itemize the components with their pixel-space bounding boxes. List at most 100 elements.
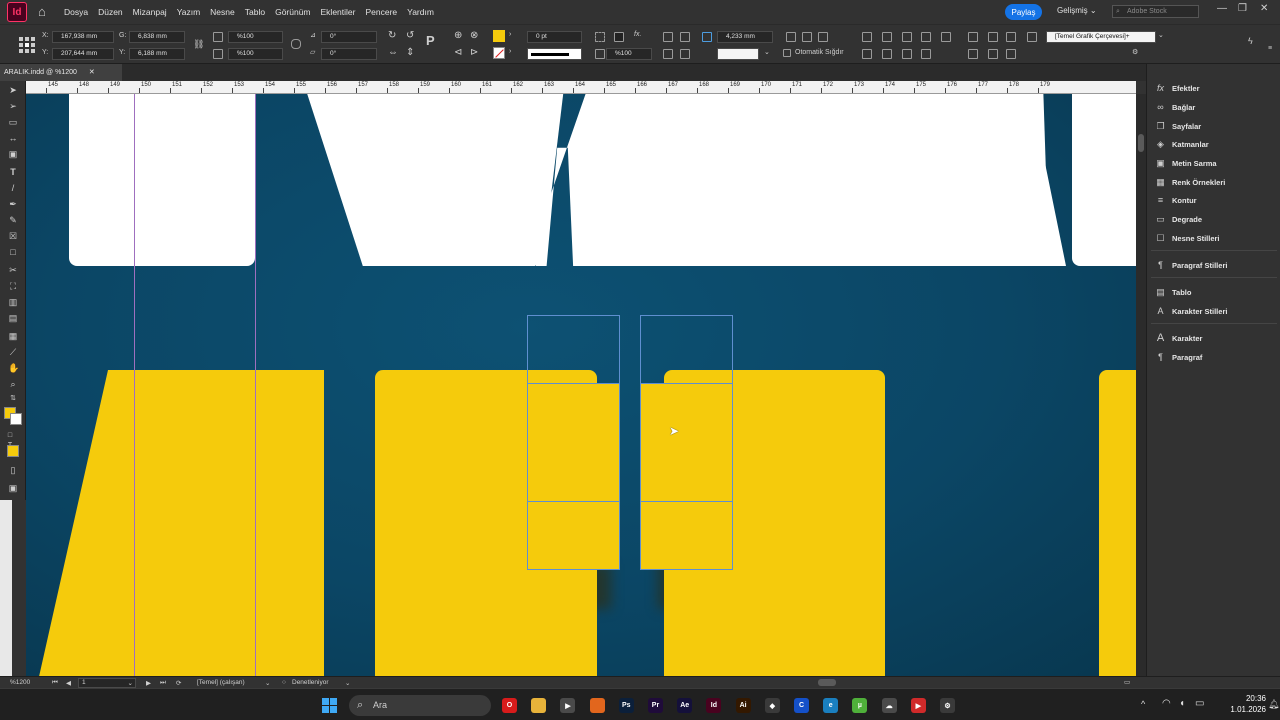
reference-point-icon[interactable] xyxy=(19,37,35,53)
distribute-spacing-icon[interactable] xyxy=(902,49,912,59)
opera-icon[interactable]: O xyxy=(502,698,517,713)
align-left-icon[interactable] xyxy=(663,32,673,42)
select-next-icon[interactable]: ⊳ xyxy=(470,47,478,58)
hand-tool-icon[interactable]: ✋ xyxy=(8,363,19,373)
battery-icon[interactable]: ▭ xyxy=(1195,698,1204,709)
tray-overflow-icon[interactable]: ^ xyxy=(1141,699,1145,709)
blue-app-icon[interactable]: C xyxy=(794,698,809,713)
select-container-icon[interactable]: ⊕ xyxy=(454,30,462,41)
object-style-options-icon[interactable]: ⚙ xyxy=(1132,48,1138,56)
chevron-down-icon[interactable]: ⌄ xyxy=(764,48,770,56)
panel-gradient[interactable]: ▭ Degrade xyxy=(1155,212,1275,226)
zoom-tool-icon[interactable]: ⌕ xyxy=(8,379,18,389)
previous-page-icon[interactable]: ◀ xyxy=(66,679,71,687)
panel-object-styles[interactable]: ☐ Nesne Stilleri xyxy=(1155,231,1275,245)
align-top-edges-icon[interactable] xyxy=(862,32,872,42)
rectangle-frame-tool-icon[interactable]: ☒ xyxy=(8,231,18,241)
stroke-style-preview[interactable] xyxy=(717,48,759,60)
type-tool-icon[interactable]: T xyxy=(8,167,18,177)
panel-character-styles[interactable]: A Karakter Stilleri xyxy=(1155,304,1275,318)
menu-table[interactable]: Tablo xyxy=(245,7,265,17)
chevron-down-icon[interactable]: ⌄ xyxy=(345,679,350,687)
panel-swatches[interactable]: ▦ Renk Örnekleri xyxy=(1155,175,1275,189)
panel-stroke[interactable]: ≡ Kontur xyxy=(1155,193,1275,207)
stroke-weight-field[interactable]: 0 pt xyxy=(527,31,582,43)
auto-fit-checkbox[interactable] xyxy=(783,49,791,57)
flip-horizontal-icon[interactable]: ⇔ xyxy=(388,47,398,58)
windows-start-icon[interactable] xyxy=(322,698,337,713)
next-page-icon[interactable]: ▶ xyxy=(146,679,151,687)
fill-swatch[interactable] xyxy=(493,30,505,42)
menu-file[interactable]: Dosya xyxy=(64,7,88,17)
indesign-icon[interactable]: Id xyxy=(706,698,722,713)
frame-fitting-icon[interactable] xyxy=(595,32,605,42)
red-app-icon[interactable]: ▶ xyxy=(910,698,926,713)
content-collector-icon[interactable]: ▣ xyxy=(8,149,18,159)
horizontal-scrollbar-thumb[interactable] xyxy=(818,679,836,686)
chevron-down-icon[interactable]: ⌄ xyxy=(265,679,270,687)
media-player-icon[interactable]: ▶ xyxy=(560,698,576,713)
split-view-icon[interactable]: ▭ xyxy=(1124,678,1130,686)
firefox-icon[interactable] xyxy=(589,698,605,713)
panel-links[interactable]: ∞ Bağlar xyxy=(1155,100,1275,114)
frame-selection[interactable] xyxy=(640,501,733,570)
preview-mode-icon[interactable]: ▣ xyxy=(8,483,18,493)
cloud-app-icon[interactable]: ☁ xyxy=(881,698,897,713)
rotate-cw-icon[interactable]: ↻ xyxy=(388,30,396,41)
distribute-rows-icon[interactable] xyxy=(968,49,978,59)
frame-selection[interactable] xyxy=(527,501,620,570)
scale-y-field[interactable]: %100 xyxy=(228,48,283,60)
home-icon[interactable]: ⌂ xyxy=(38,5,52,19)
share-button[interactable]: Paylaş xyxy=(1005,4,1042,20)
object-style-dropdown[interactable]: [Temel Grafik Çerçevesi]+ xyxy=(1046,31,1156,43)
last-page-icon[interactable]: ⏭ xyxy=(160,679,166,687)
x-position-field[interactable]: 167,938 mm xyxy=(52,31,114,43)
distribute-hcenter-icon[interactable] xyxy=(862,49,872,59)
width-field[interactable]: 6,838 mm xyxy=(129,31,185,43)
menu-layout[interactable]: Mizanpaj xyxy=(133,7,167,17)
distribute-left-icon[interactable] xyxy=(921,32,931,42)
close-icon[interactable]: ✕ xyxy=(1260,3,1268,14)
menu-plugins[interactable]: Eklentiler xyxy=(321,7,356,17)
photoshop-icon[interactable]: Ps xyxy=(618,698,634,713)
select-content-icon[interactable]: ⊗ xyxy=(470,30,478,41)
pen-tool-icon[interactable]: ✒ xyxy=(8,199,18,209)
wifi-icon[interactable]: ◠ xyxy=(1162,698,1171,709)
align-right-edges-icon[interactable] xyxy=(818,32,828,42)
page-tool-icon[interactable]: ▭ xyxy=(8,117,18,127)
minimize-icon[interactable]: — xyxy=(1217,3,1227,14)
formatting-container-icon[interactable]: □ T xyxy=(5,431,15,449)
frame-selection[interactable] xyxy=(527,383,620,502)
selection-tool-icon[interactable]: ➤ xyxy=(8,85,18,95)
align-left-edges-icon[interactable] xyxy=(786,32,796,42)
panel-layers[interactable]: ◈ Katmanlar xyxy=(1155,137,1275,151)
distribute-right-icon[interactable] xyxy=(941,32,951,42)
line-tool-icon[interactable]: / xyxy=(8,183,18,193)
align-center-icon[interactable] xyxy=(680,32,690,42)
first-page-icon[interactable]: ⏮ xyxy=(52,679,58,687)
screen-mode-icon[interactable]: ▯ xyxy=(8,465,18,475)
quick-apply-icon[interactable] xyxy=(1027,32,1037,42)
fill-dropdown-icon[interactable]: › xyxy=(509,31,511,38)
apply-color-icon[interactable] xyxy=(7,445,19,457)
scale-x-field[interactable]: %100 xyxy=(228,31,283,43)
notification-icon[interactable]: 🔔︎ xyxy=(1268,699,1279,710)
adobe-stock-search[interactable]: ⌕ Adobe Stock xyxy=(1112,5,1199,18)
volume-icon[interactable]: ◖ xyxy=(1179,698,1185,709)
rectangle-tool-icon[interactable]: □ xyxy=(8,247,18,257)
unity-icon[interactable]: ◆ xyxy=(764,698,780,713)
free-transform-tool-icon[interactable]: ⛶ xyxy=(8,281,18,291)
after-effects-icon[interactable]: Ae xyxy=(677,698,693,713)
gradient-tool-icon[interactable]: ▥ xyxy=(8,297,18,307)
constrain-scale-icon[interactable] xyxy=(291,39,301,49)
panel-effects[interactable]: fx Efektler xyxy=(1155,81,1275,95)
gap-tool-icon[interactable]: ↔ xyxy=(8,133,18,143)
text-on-path-icon[interactable]: P xyxy=(426,33,435,48)
lightning-icon[interactable]: ϟ xyxy=(1248,36,1253,46)
vertical-scrollbar-thumb[interactable] xyxy=(1138,134,1144,152)
distribute-space-icon[interactable] xyxy=(921,49,931,59)
panel-paragraph[interactable]: ¶ Paragraf xyxy=(1155,350,1275,364)
panel-paragraph-styles[interactable]: ¶ Paragraf Stilleri xyxy=(1155,258,1275,272)
guide-line[interactable] xyxy=(134,94,135,676)
corner-options-icon[interactable] xyxy=(614,32,624,42)
